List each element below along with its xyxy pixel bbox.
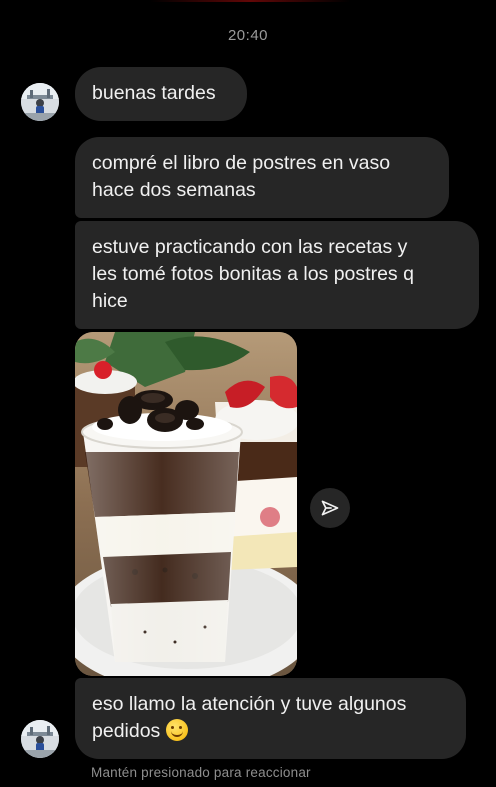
smiling-face-emoji <box>166 719 189 741</box>
message-bubble[interactable]: eso llamo la atención y tuve algunos ped… <box>75 678 466 759</box>
sender-avatar[interactable] <box>21 720 59 758</box>
message-bubble[interactable]: estuve practicando con las recetas y les… <box>75 221 479 329</box>
message-bubble[interactable]: compré el libro de postres en vaso hace … <box>75 137 449 218</box>
dessert-cups-photo[interactable] <box>75 332 297 676</box>
chat-screen: 20:40 buenas tardes compré el libro de p… <box>0 0 496 787</box>
send-arrow-icon <box>321 500 339 516</box>
message-timestamp: 20:40 <box>227 27 269 44</box>
top-edge-highlight <box>150 0 350 2</box>
message-bubble[interactable]: buenas tardes <box>75 67 247 121</box>
share-button[interactable] <box>310 488 350 528</box>
sender-avatar[interactable] <box>21 83 59 121</box>
message-text: eso llamo la atención y tuve algunos ped… <box>92 693 407 742</box>
reaction-hint: Mantén presionado para reaccionar <box>91 765 311 780</box>
